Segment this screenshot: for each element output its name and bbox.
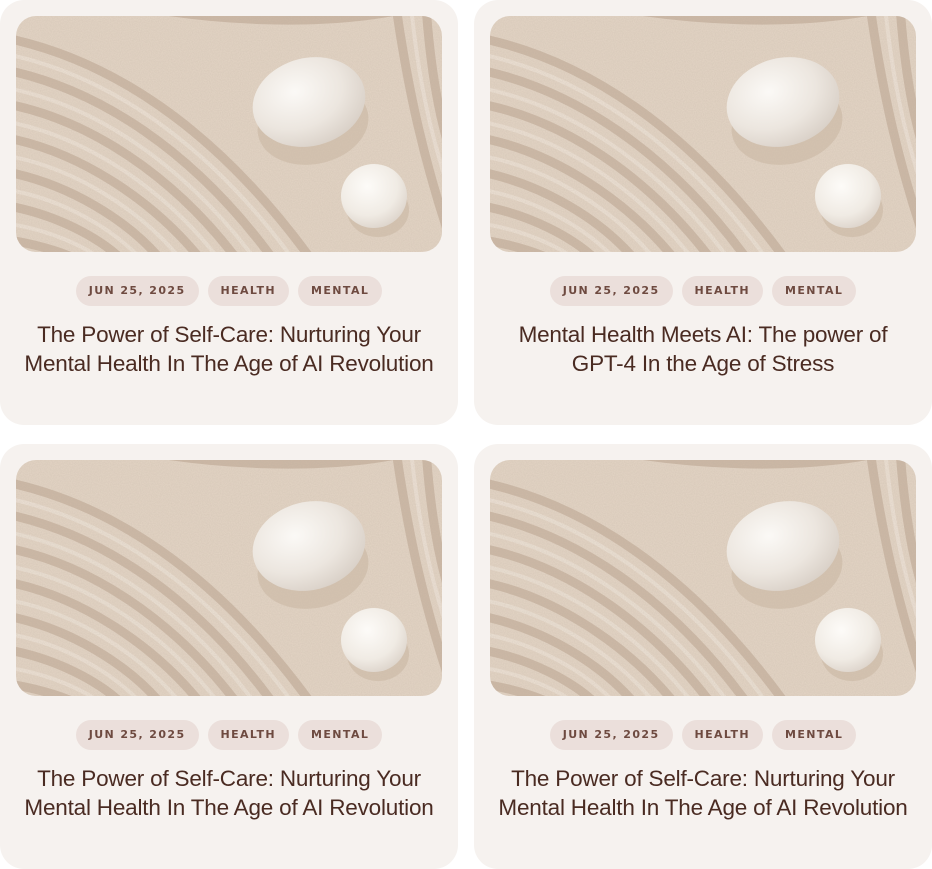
category-tag-mental[interactable]: MENTAL bbox=[298, 720, 383, 750]
date-tag[interactable]: JUN 25, 2025 bbox=[549, 276, 673, 306]
post-image bbox=[490, 460, 916, 696]
category-tag-health[interactable]: HEALTH bbox=[207, 720, 290, 750]
date-tag[interactable]: JUN 25, 2025 bbox=[75, 720, 199, 750]
tag-list: JUN 25, 2025 HEALTH MENTAL bbox=[474, 276, 932, 306]
blog-card[interactable]: JUN 25, 2025 HEALTH MENTAL Mental Health… bbox=[474, 0, 932, 425]
category-tag-health[interactable]: HEALTH bbox=[207, 276, 290, 306]
category-tag-mental[interactable]: MENTAL bbox=[772, 720, 857, 750]
tag-list: JUN 25, 2025 HEALTH MENTAL bbox=[0, 720, 458, 750]
post-thumbnail[interactable] bbox=[16, 460, 442, 696]
post-image bbox=[16, 460, 442, 696]
category-tag-mental[interactable]: MENTAL bbox=[298, 276, 383, 306]
category-tag-health[interactable]: HEALTH bbox=[681, 720, 764, 750]
date-tag[interactable]: JUN 25, 2025 bbox=[75, 276, 199, 306]
post-title[interactable]: The Power of Self-Care: Nurturing Your M… bbox=[22, 320, 436, 378]
category-tag-health[interactable]: HEALTH bbox=[681, 276, 764, 306]
blog-card[interactable]: JUN 25, 2025 HEALTH MENTAL The Power of … bbox=[0, 444, 458, 869]
blog-card[interactable]: JUN 25, 2025 HEALTH MENTAL The Power of … bbox=[0, 0, 458, 425]
post-image bbox=[16, 16, 442, 252]
post-thumbnail[interactable] bbox=[490, 460, 916, 696]
category-tag-mental[interactable]: MENTAL bbox=[772, 276, 857, 306]
tag-list: JUN 25, 2025 HEALTH MENTAL bbox=[474, 720, 932, 750]
post-title[interactable]: Mental Health Meets AI: The power of GPT… bbox=[496, 320, 910, 378]
date-tag[interactable]: JUN 25, 2025 bbox=[549, 720, 673, 750]
post-thumbnail[interactable] bbox=[16, 16, 442, 252]
post-image bbox=[490, 16, 916, 252]
post-thumbnail[interactable] bbox=[490, 16, 916, 252]
post-title[interactable]: The Power of Self-Care: Nurturing Your M… bbox=[22, 764, 436, 822]
blog-card[interactable]: JUN 25, 2025 HEALTH MENTAL The Power of … bbox=[474, 444, 932, 869]
tag-list: JUN 25, 2025 HEALTH MENTAL bbox=[0, 276, 458, 306]
post-title[interactable]: The Power of Self-Care: Nurturing Your M… bbox=[496, 764, 910, 822]
